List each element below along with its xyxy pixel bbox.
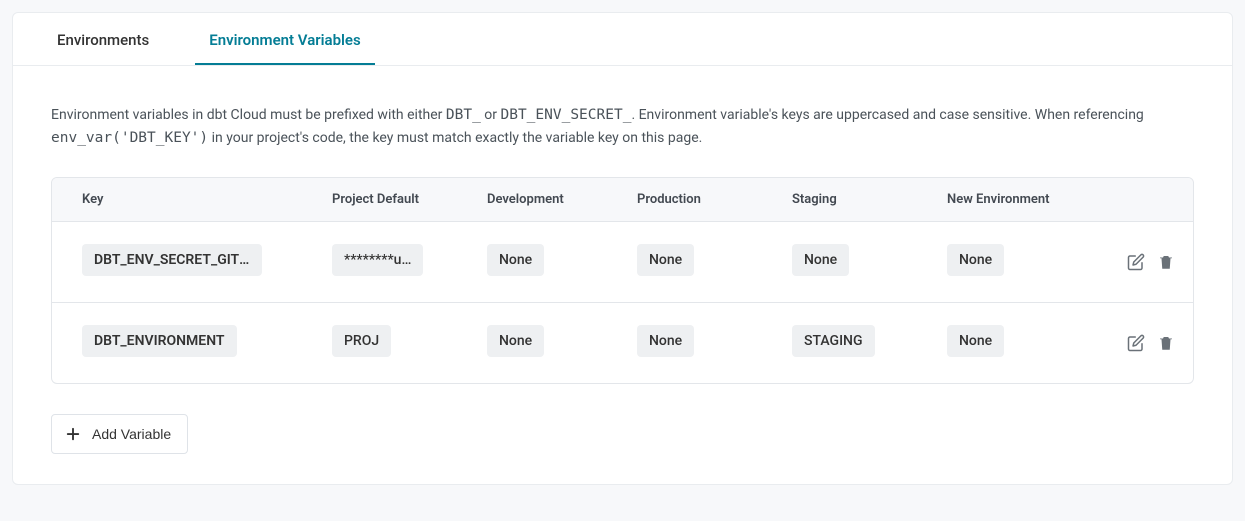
table-header: Key Project Default Development Producti… — [52, 178, 1193, 222]
cell-key: DBT_ENV_SECRET_GIT_T… — [82, 244, 262, 276]
tabs: Environments Environment Variables — [13, 13, 1232, 66]
edit-icon[interactable] — [1127, 334, 1145, 352]
table-row: DBT_ENVIRONMENT PROJ None None STAGING N… — [52, 303, 1193, 383]
add-variable-button[interactable]: Add Variable — [51, 414, 188, 454]
tab-environment-variables[interactable]: Environment Variables — [195, 13, 374, 65]
col-actions — [1102, 192, 1163, 207]
cell-new-env: None — [947, 325, 1004, 357]
delete-icon[interactable] — [1157, 334, 1175, 352]
col-production: Production — [637, 192, 792, 207]
row-actions — [1102, 334, 1175, 352]
intro-seg-4: in your project's code, the key must mat… — [208, 130, 702, 146]
env-var-table: Key Project Default Development Producti… — [51, 177, 1194, 384]
content: Environment variables in dbt Cloud must … — [13, 66, 1232, 484]
delete-icon[interactable] — [1157, 253, 1175, 271]
col-key: Key — [82, 192, 332, 207]
intro-seg-3: . Environment variable's keys are upperc… — [631, 107, 1143, 123]
env-vars-card: Environments Environment Variables Envir… — [12, 12, 1233, 485]
intro-text: Environment variables in dbt Cloud must … — [51, 104, 1194, 149]
edit-icon[interactable] — [1127, 253, 1145, 271]
intro-seg-1: Environment variables in dbt Cloud must … — [51, 107, 446, 123]
cell-key: DBT_ENVIRONMENT — [82, 325, 237, 357]
cell-project-default: ********u… — [332, 244, 423, 276]
cell-production: None — [637, 325, 694, 357]
cell-new-env: None — [947, 244, 1004, 276]
tab-environments[interactable]: Environments — [43, 13, 163, 65]
col-project-default: Project Default — [332, 192, 487, 207]
cell-production: None — [637, 244, 694, 276]
intro-prefix-1: DBT_ — [446, 107, 481, 123]
col-development: Development — [487, 192, 637, 207]
col-staging: Staging — [792, 192, 947, 207]
cell-staging: None — [792, 244, 849, 276]
cell-staging: STAGING — [792, 325, 875, 357]
cell-development: None — [487, 244, 544, 276]
table-row: DBT_ENV_SECRET_GIT_T… ********u… None No… — [52, 222, 1193, 303]
col-new-env: New Environment — [947, 192, 1102, 207]
intro-seg-2: or — [481, 107, 501, 123]
plus-icon — [64, 425, 82, 443]
intro-code: env_var('DBT_KEY') — [51, 130, 208, 146]
row-actions — [1102, 253, 1175, 271]
intro-prefix-2: DBT_ENV_SECRET_ — [500, 107, 631, 123]
cell-development: None — [487, 325, 544, 357]
add-variable-label: Add Variable — [92, 426, 171, 442]
cell-project-default: PROJ — [332, 325, 391, 357]
